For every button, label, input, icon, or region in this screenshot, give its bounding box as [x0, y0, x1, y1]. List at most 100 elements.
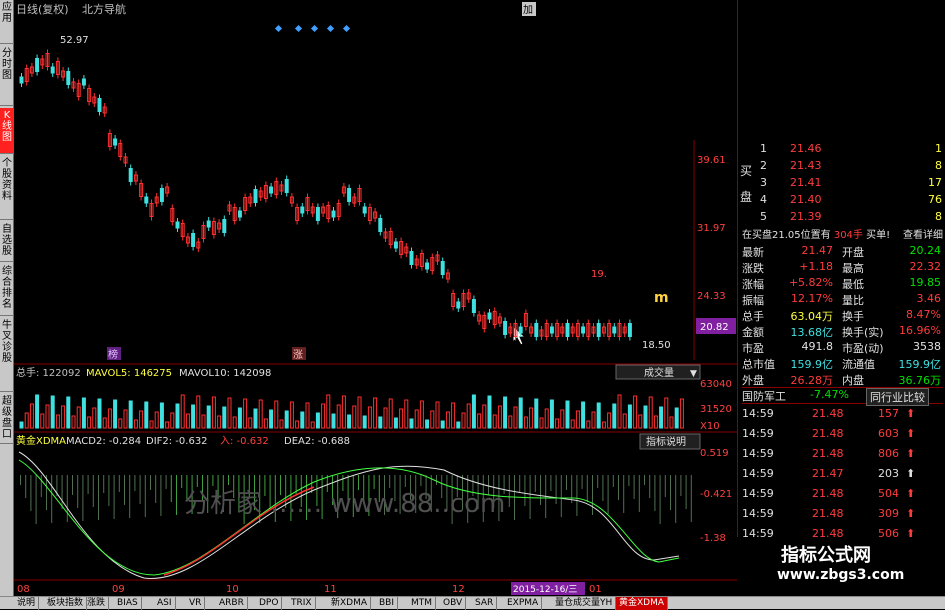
left-tab-5[interactable]: 综合排名: [0, 264, 14, 316]
indicator-tab[interactable]: VR: [186, 597, 205, 610]
indicator-tab[interactable]: 黄金XDMA: [616, 597, 668, 610]
sector-row[interactable]: 国防军工 -7.47% 同行业比较: [742, 387, 943, 404]
volume-bar: [582, 402, 585, 428]
macd-bar: [530, 475, 531, 519]
order-price: 21.41: [790, 176, 822, 189]
indicator-tab[interactable]: 板块指数: [44, 597, 87, 610]
macd-bar: [436, 475, 437, 485]
chart-area[interactable]: 日线(复权) 北方导航 加 39.61 31.97 24.33 20.82 52…: [14, 0, 737, 596]
indicator-tab[interactable]: 量仓成交量YH: [552, 597, 616, 610]
stat-value: 491.8: [802, 340, 834, 353]
arrow-up-icon: ⬆: [906, 507, 915, 520]
stat-label-2: 最高: [842, 260, 864, 276]
sector-compare-button[interactable]: 同行业比较: [866, 388, 929, 406]
macd-bar: [571, 475, 572, 503]
order-level: 3: [760, 176, 767, 189]
stat-label-2: 开盘: [842, 244, 864, 260]
volume-bar: [212, 397, 215, 428]
stat-label: 最新: [742, 246, 764, 259]
x-label-01: 01: [589, 584, 602, 595]
left-tab-3[interactable]: 个股资料: [0, 156, 14, 220]
order-book-row[interactable]: 321.4117: [760, 176, 944, 193]
arrow-up-icon: ⬆: [906, 467, 915, 480]
indicator-tab-bar: 说明板块指数涨跌 BIAS ASI VR ARBR DPO TRIX 新XDMA BBI MTM O…: [0, 596, 945, 609]
vol-axis-3: X10: [700, 421, 720, 432]
macd-bar: [124, 475, 125, 505]
tick-time: 14:59: [742, 467, 774, 480]
volume-label: 总手: 122092: [16, 366, 81, 379]
macd-bar: [134, 475, 135, 491]
left-tab-4[interactable]: 自选股: [0, 222, 14, 262]
kline-chart[interactable]: 日线(复权) 北方导航 加 39.61 31.97 24.33 20.82 52…: [14, 0, 737, 596]
tick-time: 14:59: [742, 447, 774, 460]
indicator-tab[interactable]: BBI: [376, 597, 398, 610]
left-tab-0[interactable]: 应用: [0, 0, 14, 44]
macd-bar: [41, 475, 42, 497]
site-title: 指标公式网: [781, 541, 871, 567]
indicator-tab[interactable]: EXPMA: [504, 597, 542, 610]
order-book-pan-label: 盘: [740, 188, 752, 205]
stat-label-2: 量比: [842, 292, 864, 308]
indicator-tab[interactable]: DPO: [256, 597, 282, 610]
volume-bar: [93, 408, 96, 428]
volume-bar: [488, 396, 491, 428]
volume-bar: [62, 406, 65, 428]
macd-bar: [675, 475, 676, 523]
volume-bar: [296, 421, 299, 428]
macd-bar: [150, 475, 151, 490]
indicator-tab[interactable]: 新XDMA: [328, 597, 371, 610]
left-tab-7[interactable]: 超级盘口: [0, 394, 14, 444]
left-tab-2[interactable]: K线图: [0, 108, 14, 154]
volume-bar: [270, 410, 273, 428]
order-book-row[interactable]: 521.398: [760, 210, 944, 227]
indicator-tab[interactable]: TRIX: [288, 597, 316, 610]
indicator-tab[interactable]: BIAS: [114, 597, 142, 610]
macd-bar: [36, 475, 37, 524]
order-book-row[interactable]: 421.4076: [760, 193, 944, 210]
volume-bar: [498, 406, 501, 428]
macd-bar: [587, 475, 588, 502]
stat-value-2: 8.47%: [906, 308, 941, 321]
indicator-tab[interactable]: OBV: [440, 597, 466, 610]
indicator-tab[interactable]: MTM: [408, 597, 436, 610]
indicator-tab[interactable]: ARBR: [216, 597, 248, 610]
macd-bar: [114, 475, 115, 519]
indicator-tab[interactable]: SAR: [472, 597, 497, 610]
indicator-tab[interactable]: 涨跌: [84, 597, 109, 610]
big-order-note[interactable]: 在买盘21.05位置有 304手 买单! 查看详细: [742, 226, 943, 243]
volume-bar: [379, 417, 382, 428]
stat-label: 涨幅: [742, 278, 764, 291]
marker-a: 榜: [108, 348, 118, 361]
tick-price: 21.48: [812, 487, 844, 500]
macd-bar: [176, 475, 177, 515]
arrow-up-icon: ⬆: [906, 487, 915, 500]
indicator-tab[interactable]: ASI: [154, 597, 176, 610]
x-label-08: 08: [17, 584, 30, 595]
stat-value: +1.18: [799, 260, 833, 273]
sector-change: -7.47%: [810, 388, 849, 401]
stat-value: 63.04万: [791, 308, 834, 324]
ru-label: 入: -0.632: [220, 436, 269, 447]
order-price: 21.39: [790, 210, 822, 223]
big-order-volume: 304手: [834, 230, 863, 241]
stat-value-2: 36.76万: [899, 372, 942, 388]
stat-label: 市盈: [742, 342, 764, 355]
macd-bar: [602, 475, 603, 501]
volume-bar: [623, 414, 626, 428]
current-price: 20.82: [700, 322, 729, 333]
vol-axis-1: 63040: [700, 379, 732, 390]
left-tab-6[interactable]: 牛叉诊股: [0, 318, 14, 392]
volume-bar: [67, 397, 70, 428]
indicator-tab[interactable]: 说明: [14, 597, 39, 610]
volume-bar: [566, 401, 569, 428]
macd-bar: [608, 475, 609, 514]
volume-bar: [680, 399, 683, 428]
order-book-row[interactable]: 121.461: [760, 142, 944, 159]
left-tab-1[interactable]: 分时图: [0, 46, 14, 106]
volume-bar: [556, 419, 559, 428]
volume-bar: [181, 395, 184, 428]
order-book-row[interactable]: 221.438: [760, 159, 944, 176]
volume-bar: [426, 420, 429, 428]
view-detail-link[interactable]: 查看详细: [903, 226, 943, 241]
site-banner: 指标公式网 www.zbgs3.com: [737, 537, 945, 597]
